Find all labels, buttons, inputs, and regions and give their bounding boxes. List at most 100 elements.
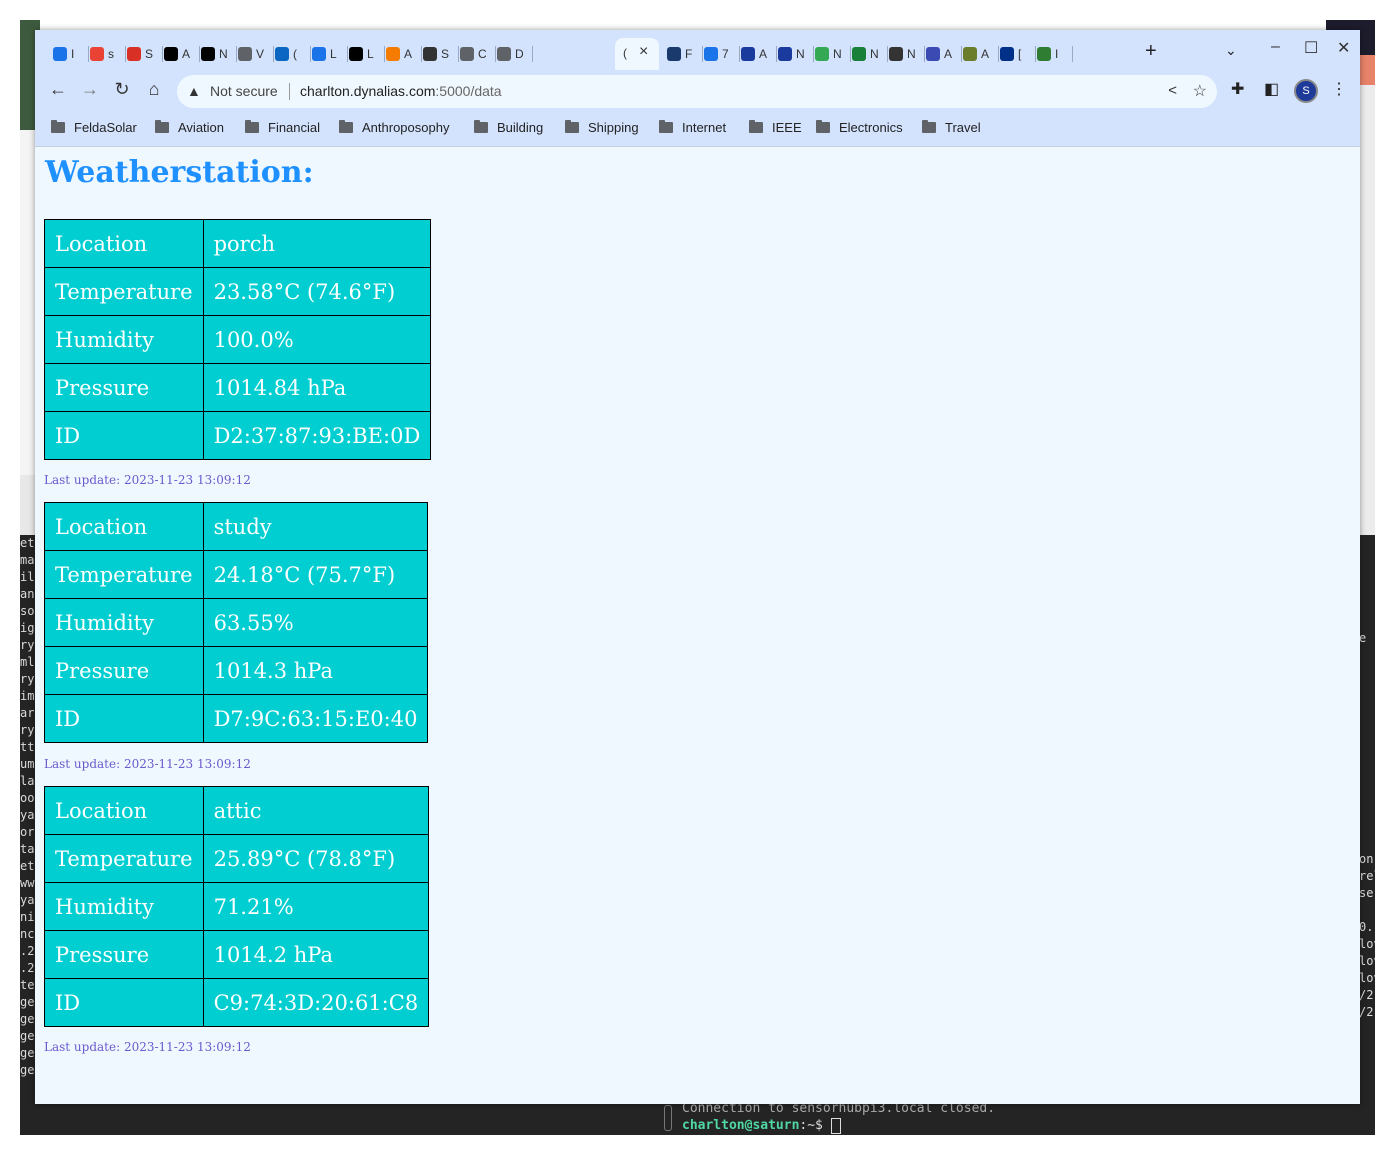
table-row: ID D2:37:87:93:BE:0D [44,411,432,460]
field-value: D7:9C:63:15:E0:40 [202,694,429,743]
address-divider [289,83,290,100]
chevron-down-icon[interactable]: ⌄ [1225,42,1237,59]
filter-icon [386,47,400,61]
bookmark-folder[interactable]: Electronics [816,120,903,135]
tab[interactable]: I [53,44,79,64]
table-row: ID C9:74:3D:20:61:C8 [44,978,430,1027]
tab[interactable]: N [889,44,915,64]
page-title: Weatherstation: [45,155,314,190]
tab[interactable]: C [460,44,486,64]
tab[interactable]: L [349,44,375,64]
table-row: Location porch [44,219,432,268]
tab[interactable]: A [926,44,952,64]
terminal-prompt-suffix: :~$ [799,1118,823,1133]
drive-icon [815,47,829,61]
tab[interactable]: N [852,44,878,64]
bookmark-folder[interactable]: Internet [659,120,726,135]
desktop-window-strip [1360,85,1375,535]
reload-icon[interactable]: ↻ [110,79,134,100]
field-label: ID [44,978,204,1027]
back-icon[interactable]: ← [46,79,70,100]
field-value: D2:37:87:93:BE:0D [202,411,432,460]
last-update-text: Last update: 2023-11-23 13:09:12 [44,473,251,487]
field-value: 25.89°C (78.8°F) [202,834,430,883]
folder-icon [816,120,830,133]
menu-icon[interactable]: ⋮ [1331,79,1347,99]
bookmark-folder[interactable]: Aviation [155,120,224,135]
url-host: charlton.dynalias.com [300,83,436,99]
bookmark-folder[interactable]: Shipping [565,120,639,135]
tab[interactable]: S [127,44,153,64]
security-status[interactable]: Not secure [210,83,278,99]
terminal-scroll-handle[interactable] [664,1105,672,1131]
tab-separator [236,46,237,62]
tab-label: D [515,47,523,61]
folder-icon [659,120,673,133]
close-window-icon[interactable]: ✕ [1337,38,1350,58]
tab[interactable]: N [815,44,841,64]
bookmark-folder[interactable]: Travel [922,120,981,135]
table-row: Location attic [44,786,430,835]
tab[interactable]: S [423,44,449,64]
bookmark-label: Internet [682,120,727,135]
tab[interactable]: L [312,44,338,64]
bookmark-label: Building [497,120,544,135]
field-label: Temperature [44,267,204,316]
bookmark-folder[interactable]: FeldaSolar [51,120,137,135]
warning-icon[interactable]: ▲ [187,83,201,99]
address-bar[interactable]: ▲ Not secure charlton.dynalias.com:5000/… [177,75,1217,108]
tab[interactable]: A [741,44,767,64]
side-panel-icon[interactable]: ◧ [1264,79,1279,99]
noaa-icon [741,47,755,61]
tab[interactable]: ( [275,44,301,64]
profile-avatar[interactable]: S [1294,79,1318,103]
extensions-icon[interactable]: ✚ [1231,79,1244,99]
field-label: Location [44,219,204,268]
magnet-icon [127,47,141,61]
tab[interactable]: s [90,44,116,64]
tab[interactable]: N [201,44,227,64]
tab-separator [924,46,925,62]
bookmark-folder[interactable]: Financial [245,120,320,135]
forward-icon[interactable]: → [78,79,102,100]
bookmark-folder[interactable]: Building [474,120,543,135]
folder-icon [922,120,936,133]
tab-label: N [796,47,804,61]
field-value: study [202,502,429,551]
tab[interactable]: I [1037,44,1063,64]
tab-separator [887,46,888,62]
tab[interactable]: 7 [704,44,730,64]
tab[interactable]: A [164,44,190,64]
url-text[interactable]: charlton.dynalias.com:5000/data [300,83,502,99]
home-icon[interactable]: ⌂ [142,79,166,100]
share-icon[interactable]: < [1168,82,1177,99]
star-icon[interactable]: ☆ [1193,81,1207,101]
tab-label: N [219,47,227,61]
tab-label: L [330,47,337,61]
tab[interactable]: D [497,44,523,64]
plus-icon [852,47,866,61]
bookmark-label: FeldaSolar [74,120,137,135]
bookmark-folder[interactable]: IEEE [749,120,802,135]
tab-separator [961,46,962,62]
tab-label: N [870,47,878,61]
close-tab-icon[interactable]: × [639,43,648,61]
bookmark-label: Travel [945,120,981,135]
tab[interactable]: N [778,44,804,64]
tab-separator [813,46,814,62]
tab[interactable]: A [963,44,989,64]
tab-label: A [759,47,767,61]
field-value: C9:74:3D:20:61:C8 [202,978,430,1027]
field-value: porch [202,219,432,268]
tab[interactable]: F [667,44,693,64]
tab[interactable]: A [386,44,412,64]
tab[interactable]: V [238,44,264,64]
maximize-icon[interactable]: ☐ [1304,38,1318,58]
tab-active[interactable]: ( × [615,38,659,70]
bookmark-folder[interactable]: Anthroposophy [339,120,449,135]
flag-icon [926,47,940,61]
tab[interactable]: [ [1000,44,1026,64]
tab-separator [776,46,777,62]
minimize-icon[interactable]: – [1271,38,1280,56]
new-tab-icon[interactable]: + [1145,40,1157,63]
